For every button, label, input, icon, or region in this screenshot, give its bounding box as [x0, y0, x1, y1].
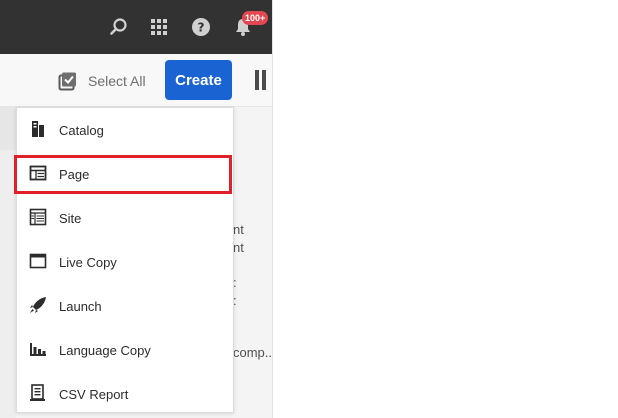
- search-icon[interactable]: [106, 14, 132, 40]
- menu-item-catalog[interactable]: Catalog: [17, 108, 233, 152]
- catalog-icon: [32, 121, 44, 137]
- select-all-icon: [58, 72, 76, 91]
- select-all-label: Select All: [88, 73, 146, 89]
- menu-item-label: Catalog: [59, 122, 104, 138]
- menu-item-label: Site: [59, 210, 82, 226]
- background-text: nt: [233, 222, 244, 237]
- menu-item-language-copy[interactable]: Language Copy: [17, 328, 233, 372]
- content-list-edge: [0, 106, 16, 418]
- svg-text:?: ?: [198, 21, 205, 35]
- menu-item-live-copy[interactable]: Live Copy: [17, 240, 233, 284]
- background-text: nt: [233, 240, 244, 255]
- selected-row-edge: [0, 106, 16, 150]
- menu-item-launch[interactable]: Launch: [17, 284, 233, 328]
- notification-count-badge: 100+: [242, 11, 269, 25]
- menu-item-label: Live Copy: [59, 254, 117, 270]
- menu-item-label: CSV Report: [59, 386, 129, 402]
- column-view-icon[interactable]: [255, 70, 272, 90]
- language-copy-icon: [30, 343, 46, 356]
- create-dropdown-menu: Catalog Page Site Live Copy Launch Langu…: [16, 107, 234, 413]
- apps-grid-icon[interactable]: [146, 14, 172, 40]
- page-item-highlight: [14, 155, 232, 194]
- live-copy-icon: [29, 253, 47, 269]
- app-window: ? 100+ Select All Create nt nt : : comp.…: [0, 0, 273, 418]
- create-button[interactable]: Create: [165, 60, 232, 100]
- menu-item-label: Launch: [59, 298, 102, 314]
- csv-report-icon: [30, 384, 45, 401]
- menu-item-label: Language Copy: [59, 342, 151, 358]
- background-text: comp..: [233, 345, 273, 360]
- menu-item-csv-report[interactable]: CSV Report: [17, 372, 233, 416]
- select-all-button[interactable]: Select All: [58, 70, 146, 92]
- site-icon: [29, 208, 47, 226]
- launch-icon: [30, 297, 46, 313]
- help-icon[interactable]: ?: [188, 14, 214, 40]
- top-navigation-bar: ? 100+: [0, 0, 272, 54]
- menu-item-site[interactable]: Site: [17, 196, 233, 240]
